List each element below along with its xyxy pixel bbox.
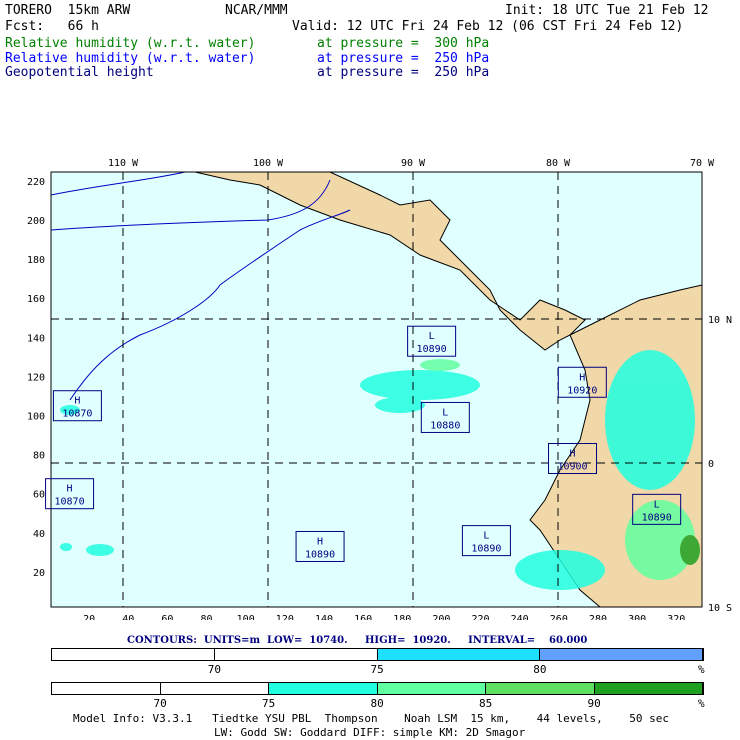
center-type: H (570, 449, 576, 460)
colorbar-label: % (698, 697, 705, 710)
longitude-label: 80 W (546, 158, 571, 169)
y-tick-label: 20 (33, 568, 45, 579)
colorbar-segment (52, 649, 215, 660)
colorbar-label: 80 (370, 697, 384, 710)
colorbar-label: 75 (370, 663, 384, 676)
x-tick-label: 60 (161, 614, 173, 620)
colorbar-segment (160, 683, 269, 694)
center-value: 10880 (430, 420, 460, 431)
colorbar-segment (214, 649, 378, 660)
init-time: Init: 18 UTC Tue 21 Feb 12 (505, 3, 709, 18)
org-label: NCAR/MMM (225, 3, 288, 18)
contour-info: CONTOURS: UNITS=m LOW= 10740. HIGH= 1092… (127, 635, 588, 646)
field-2-name: Relative humidity (w.r.t. water) (5, 51, 256, 66)
colorbar-segment (269, 683, 378, 694)
colorbar-label: % (698, 663, 705, 676)
valid-time: Valid: 12 UTC Fri 24 Feb 12 (06 CST Fri … (292, 19, 684, 34)
x-tick-label: 140 (315, 614, 333, 620)
x-tick-label: 160 (354, 614, 372, 620)
model-info-line1: Model Info: V3.3.1 Tiedtke YSU PBL Thomp… (73, 712, 670, 725)
center-type: H (74, 396, 80, 407)
longitude-label: 100 W (253, 158, 284, 169)
x-tick-label: 260 (550, 614, 568, 620)
colorbar-segment (540, 649, 703, 660)
colorbar-segment (52, 683, 161, 694)
x-tick-label: 300 (628, 614, 646, 620)
field-3-name: Geopotential height (5, 65, 154, 80)
colorbar-label: 70 (207, 663, 221, 676)
model-info-line2: LW: Godd SW: Goddard DIFF: simple KM: 2D… (214, 726, 526, 739)
y-tick-label: 80 (33, 451, 45, 462)
center-value: 10890 (471, 544, 501, 555)
x-tick-label: 20 (83, 614, 95, 620)
colorbar-segment (377, 649, 541, 660)
x-tick-label: 80 (201, 614, 213, 620)
colorbar-segment (486, 683, 595, 694)
y-tick-label: 220 (27, 177, 45, 188)
latitude-label: 10 S (708, 603, 732, 614)
colorbar-segment (377, 683, 486, 694)
center-value: 10890 (417, 344, 447, 355)
colorbar-label: 70 (153, 697, 167, 710)
center-type: L (483, 531, 489, 542)
y-tick-label: 60 (33, 490, 45, 501)
center-value: 10890 (642, 512, 672, 523)
x-tick-label: 120 (276, 614, 294, 620)
colorbar-label: 85 (479, 697, 493, 710)
y-tick-label: 40 (33, 529, 45, 540)
x-tick-label: 40 (122, 614, 134, 620)
x-tick-label: 100 (237, 614, 255, 620)
center-type: H (317, 536, 323, 547)
center-type: L (654, 499, 660, 510)
longitude-label: 90 W (401, 158, 426, 169)
y-tick-label: 180 (27, 255, 45, 266)
center-value: 10870 (55, 497, 85, 508)
latitude-label: 0 (708, 459, 714, 470)
rh-250-colorbar (51, 648, 704, 661)
center-value: 10890 (305, 549, 335, 560)
longitude-label: 110 W (108, 158, 139, 169)
x-tick-label: 220 (472, 614, 490, 620)
colorbar-label: 80 (533, 663, 547, 676)
x-tick-label: 200 (432, 614, 450, 620)
y-tick-label: 160 (27, 294, 45, 305)
longitude-label: 70 W (690, 158, 715, 169)
field-3-level: at pressure = 250 hPa (317, 65, 490, 80)
model-title: TORERO 15km ARW (5, 3, 131, 18)
weather-map: 110 W 100 W 90 W 80 W 70 W 10 N 0 10 S 220 200 180… (27, 158, 732, 620)
forecast-hour: Fcst: 66 h (5, 19, 99, 34)
colorbar-label: 75 (262, 697, 276, 710)
rh-300-colorbar (51, 682, 704, 695)
x-tick-label: 240 (511, 614, 529, 620)
field-2-level: at pressure = 250 hPa (317, 51, 490, 66)
colorbar-label: 90 (587, 697, 601, 710)
field-1-level: at pressure = 300 hPa (317, 36, 490, 51)
y-tick-label: 200 (27, 216, 45, 227)
y-tick-label: 100 (27, 412, 45, 423)
x-tick-label: 180 (393, 614, 411, 620)
colorbar-segment (594, 683, 703, 694)
center-type: H (579, 372, 585, 383)
x-tick-label: 280 (589, 614, 607, 620)
center-value: 10920 (567, 385, 597, 396)
center-type: L (429, 331, 435, 342)
center-type: H (67, 484, 73, 495)
center-value: 10900 (557, 462, 587, 473)
y-tick-label: 120 (27, 372, 45, 383)
latitude-label: 10 N (708, 315, 732, 326)
x-tick-label: 320 (667, 614, 685, 620)
center-value: 10870 (62, 409, 92, 420)
y-tick-label: 140 (27, 333, 45, 344)
field-1-name: Relative humidity (w.r.t. water) (5, 36, 256, 51)
center-type: L (442, 407, 448, 418)
